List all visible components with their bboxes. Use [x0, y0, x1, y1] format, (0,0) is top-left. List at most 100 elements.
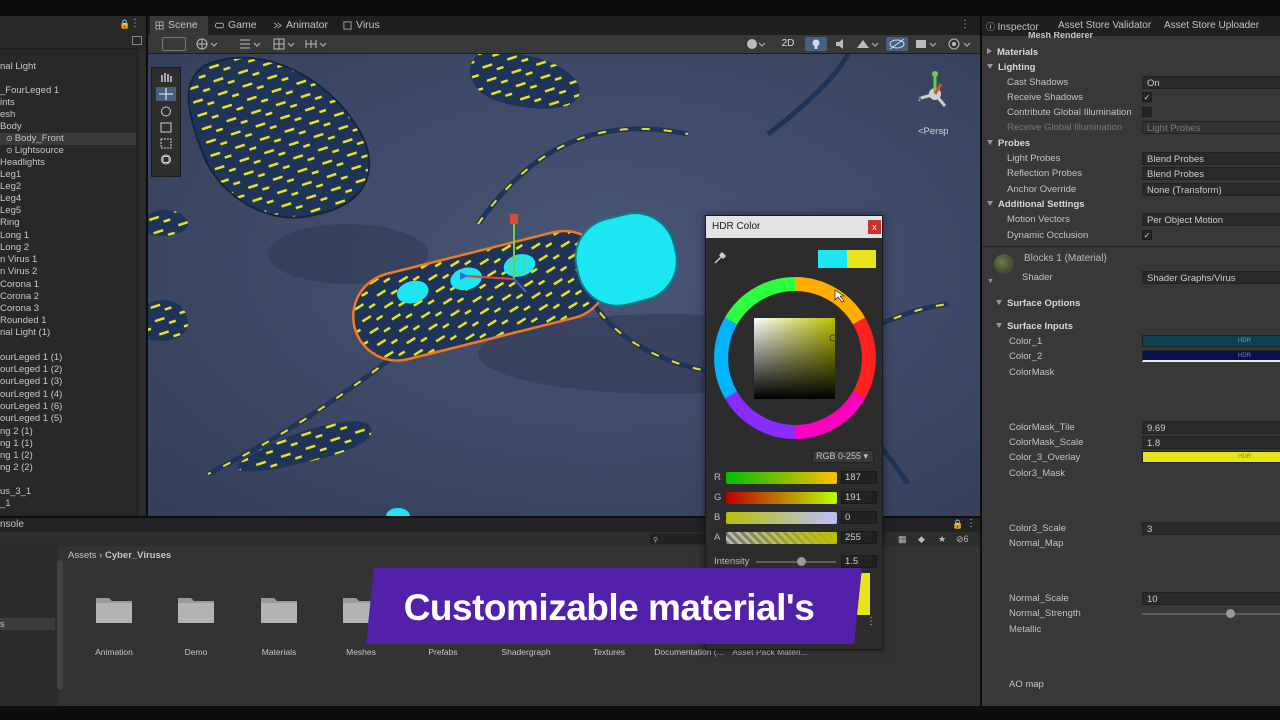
color-2-swatch[interactable]: HDR — [1142, 350, 1280, 362]
folder-label[interactable]: Materials — [234, 647, 324, 657]
materials-foldout[interactable]: Materials — [987, 45, 1038, 60]
r-slider[interactable] — [726, 472, 837, 484]
transform-tool-icon[interactable] — [158, 153, 174, 166]
draw-mode-button[interactable] — [162, 37, 186, 51]
scene-more-icon[interactable]: ⋮ — [960, 19, 970, 30]
rotate-tool-icon[interactable] — [158, 105, 174, 118]
color-mode-dropdown[interactable]: RGB 0-255 ▾ — [812, 450, 874, 463]
folder-icon[interactable] — [177, 594, 215, 624]
lock-icon[interactable]: 🔒 — [119, 19, 130, 30]
persp-label[interactable]: <Persp — [918, 126, 948, 137]
folder-label[interactable]: Animation — [69, 647, 159, 657]
tab-console[interactable]: nsole — [0, 519, 24, 530]
hidden-count-icon[interactable]: ⊘6 — [956, 534, 969, 545]
camera-icon[interactable] — [914, 37, 940, 51]
hierarchy-item[interactable]: ourLeged 1 (2) — [0, 364, 62, 376]
hue-wheel[interactable] — [711, 274, 879, 442]
hierarchy-scrollbar[interactable] — [137, 50, 146, 516]
toggle-2d-button[interactable]: 2D — [778, 37, 798, 51]
hierarchy-item[interactable]: ⊙ Body_Front — [0, 133, 136, 145]
folder-icon[interactable] — [260, 594, 298, 624]
hierarchy-item[interactable]: Ring — [0, 217, 20, 229]
folder-label[interactable]: Demo — [151, 647, 241, 657]
reflection-probes-dropdown[interactable]: Blend Probes — [1142, 167, 1280, 180]
hand-tool-icon[interactable] — [158, 71, 174, 84]
normal-strength-slider-track[interactable] — [1142, 613, 1280, 615]
normal-strength-slider-thumb[interactable] — [1226, 609, 1235, 618]
color-3-overlay-swatch[interactable]: HDR — [1142, 451, 1280, 463]
intensity-slider-thumb[interactable] — [797, 557, 806, 566]
hierarchy-item[interactable]: Headlights — [0, 157, 45, 169]
tab-asset-store-validator[interactable]: Asset Store Validator — [1058, 20, 1151, 31]
hierarchy-plus-icon[interactable] — [132, 36, 142, 45]
hierarchy-item[interactable]: ourLeged 1 (3) — [0, 376, 62, 388]
audio-toggle-icon[interactable] — [832, 37, 850, 51]
grid-icon[interactable] — [272, 37, 298, 51]
material-foldout-icon[interactable]: ▼ — [987, 278, 994, 285]
hierarchy-item[interactable]: Long 1 — [0, 230, 29, 242]
hierarchy-item[interactable]: Rounded 1 — [0, 315, 46, 327]
filter-type-icon[interactable]: ▦ — [898, 534, 907, 545]
current-color-swatch[interactable] — [847, 250, 876, 268]
hierarchy-item[interactable]: Corona 2 — [0, 291, 39, 303]
more-menu-icon[interactable]: ⋮ — [966, 518, 976, 529]
shader-dropdown[interactable]: Shader Graphs/Virus — [1142, 271, 1280, 284]
colormask-tile-field[interactable]: 9.69 — [1142, 421, 1280, 434]
lighting-foldout[interactable]: Lighting — [987, 60, 1035, 75]
increment-snap-icon[interactable] — [304, 37, 330, 51]
color-1-swatch[interactable]: HDR — [1142, 335, 1280, 347]
hierarchy-item[interactable]: ng 1 (2) — [0, 450, 33, 462]
additional-settings-foldout[interactable]: Additional Settings — [987, 197, 1085, 212]
hierarchy-item[interactable]: Body — [0, 121, 22, 133]
cast-shadows-dropdown[interactable]: On — [1142, 76, 1280, 89]
tree-item-selected[interactable]: s — [0, 618, 55, 630]
tab-asset-store-uploader[interactable]: Asset Store Uploader — [1164, 20, 1259, 31]
surface-inputs-foldout[interactable]: Surface Inputs — [996, 319, 1073, 334]
move-tool-icon[interactable] — [156, 87, 176, 101]
folder-label[interactable]: Textures — [564, 647, 654, 657]
shading-mode-icon[interactable] — [744, 37, 768, 51]
hierarchy-item[interactable]: nal Light — [0, 61, 36, 73]
more-menu-icon[interactable]: ⋮ — [130, 18, 140, 29]
effects-toggle-icon[interactable] — [854, 37, 880, 51]
receive-shadows-checkbox[interactable]: ✓ — [1142, 92, 1152, 102]
tab-virus[interactable]: Virus — [338, 16, 398, 35]
folder-label[interactable]: Prefabs — [398, 647, 488, 657]
hierarchy-item[interactable]: Leg4 — [0, 193, 21, 205]
breadcrumb-current[interactable]: Cyber_Viruses — [105, 550, 171, 561]
hierarchy-item[interactable]: Corona 1 — [0, 279, 39, 291]
motion-vectors-dropdown[interactable]: Per Object Motion — [1142, 213, 1280, 226]
presets-more-icon[interactable]: ⋮ — [866, 616, 876, 627]
breadcrumb-root[interactable]: Assets — [68, 550, 97, 561]
lighting-toggle-icon[interactable] — [805, 37, 827, 51]
close-button[interactable]: x — [868, 220, 881, 234]
rect-tool-icon[interactable] — [158, 137, 174, 150]
colormask-scale-field[interactable]: 1.8 — [1142, 436, 1280, 449]
lock-icon[interactable]: 🔒 — [952, 519, 963, 530]
hierarchy-item[interactable]: ourLeged 1 (1) — [0, 352, 62, 364]
tab-scene[interactable]: Scene — [150, 16, 208, 35]
hierarchy-item[interactable]: _1 — [0, 498, 11, 510]
hierarchy-item[interactable]: _FourLeged 1 — [0, 85, 59, 97]
original-color-swatch[interactable] — [818, 250, 847, 268]
hierarchy-item[interactable]: Corona 3 — [0, 303, 39, 315]
a-slider[interactable] — [726, 532, 837, 544]
a-value-field[interactable]: 255 — [841, 531, 877, 544]
hierarchy-item[interactable]: us_3_1 — [0, 486, 31, 498]
surface-options-foldout[interactable]: Surface Options — [996, 296, 1080, 311]
folder-label[interactable]: Meshes — [316, 647, 406, 657]
hierarchy-item[interactable]: n Virus 1 — [0, 254, 37, 266]
dynamic-occlusion-checkbox[interactable]: ✓ — [1142, 230, 1152, 240]
hierarchy-item[interactable]: ⊙ Lightsource — [0, 145, 64, 157]
hierarchy-item[interactable]: esh — [0, 109, 15, 121]
r-value-field[interactable]: 187 — [841, 471, 877, 484]
hierarchy-item[interactable]: ourLeged 1 (5) — [0, 413, 62, 425]
folder-icon[interactable] — [95, 594, 133, 624]
hierarchy-item[interactable]: ng 2 (1) — [0, 426, 33, 438]
hierarchy-item[interactable]: Leg1 — [0, 169, 21, 181]
scale-tool-icon[interactable] — [158, 121, 174, 134]
hierarchy-item[interactable]: ints — [0, 97, 15, 109]
anchor-override-field[interactable]: None (Transform) — [1142, 183, 1280, 196]
b-value-field[interactable]: 0 — [841, 511, 877, 524]
hierarchy-item[interactable]: ng 1 (1) — [0, 438, 33, 450]
